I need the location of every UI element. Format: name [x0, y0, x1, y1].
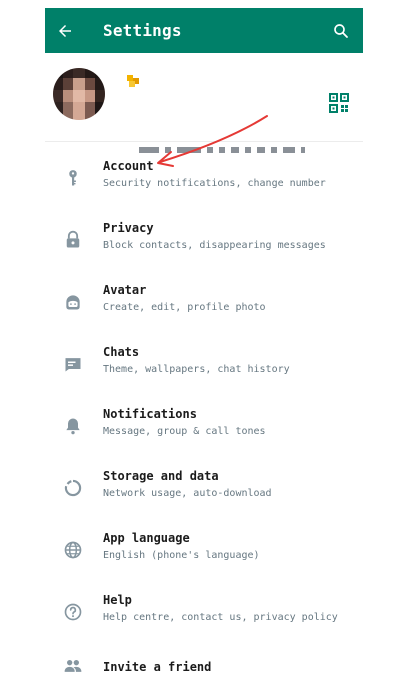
chat-icon [62, 353, 84, 375]
settings-item-chats[interactable]: Chats Theme, wallpapers, chat history [45, 335, 363, 397]
settings-item-storage[interactable]: Storage and data Network usage, auto-dow… [45, 459, 363, 521]
settings-item-subtitle: Help centre, contact us, privacy policy [103, 612, 338, 623]
settings-item-app-language[interactable]: App language English (phone's language) [45, 521, 363, 583]
settings-item-label: Avatar [103, 283, 147, 297]
lock-icon [62, 229, 84, 251]
settings-item-label: Storage and data [103, 469, 219, 483]
key-icon [62, 167, 84, 189]
storage-circle-icon [62, 477, 84, 499]
settings-item-avatar[interactable]: Avatar Create, edit, profile photo [45, 273, 363, 335]
bell-icon [62, 415, 84, 437]
profile-photo-pixelated [53, 68, 105, 120]
settings-item-subtitle: English (phone's language) [103, 550, 260, 561]
arrow-left-icon [59, 24, 71, 37]
settings-item-subtitle: Network usage, auto-download [103, 488, 272, 499]
search-icon [334, 23, 348, 38]
profile-row[interactable] [45, 53, 363, 153]
settings-item-privacy[interactable]: Privacy Block contacts, disappearing mes… [45, 211, 363, 273]
search-button[interactable] [325, 8, 357, 53]
people-icon [62, 655, 84, 677]
settings-item-help[interactable]: Help Help centre, contact us, privacy po… [45, 583, 363, 645]
settings-item-subtitle: Create, edit, profile photo [103, 302, 266, 313]
help-icon [62, 601, 84, 623]
settings-item-subtitle: Message, group & call tones [103, 426, 266, 437]
settings-item-subtitle: Theme, wallpapers, chat history [103, 364, 290, 375]
settings-screen: Settings Account Security notifications,… [45, 8, 363, 677]
settings-item-label: Account [103, 159, 154, 173]
settings-item-label: Invite a friend [103, 660, 212, 674]
settings-item-subtitle: Security notifications, change number [103, 178, 326, 189]
settings-item-label: Help [103, 593, 132, 607]
settings-item-notifications[interactable]: Notifications Message, group & call tone… [45, 397, 363, 459]
avatar[interactable] [53, 68, 105, 120]
settings-item-label: App language [103, 531, 190, 545]
app-bar: Settings [45, 8, 363, 53]
settings-item-invite-friend[interactable]: Invite a friend [45, 645, 363, 677]
settings-item-account[interactable]: Account Security notifications, change n… [45, 149, 363, 211]
page-title: Settings [103, 21, 182, 40]
settings-item-label: Chats [103, 345, 140, 359]
settings-item-label: Privacy [103, 221, 154, 235]
avatar-face-icon [62, 291, 84, 313]
settings-item-subtitle: Block contacts, disappearing messages [103, 240, 326, 251]
qr-code-button[interactable] [329, 93, 349, 113]
settings-list: Account Security notifications, change n… [45, 149, 363, 677]
qr-code-icon [329, 93, 349, 113]
globe-icon [62, 539, 84, 561]
settings-item-label: Notifications [103, 407, 197, 421]
back-button[interactable] [45, 8, 85, 53]
status-emoji-icon [127, 75, 139, 87]
